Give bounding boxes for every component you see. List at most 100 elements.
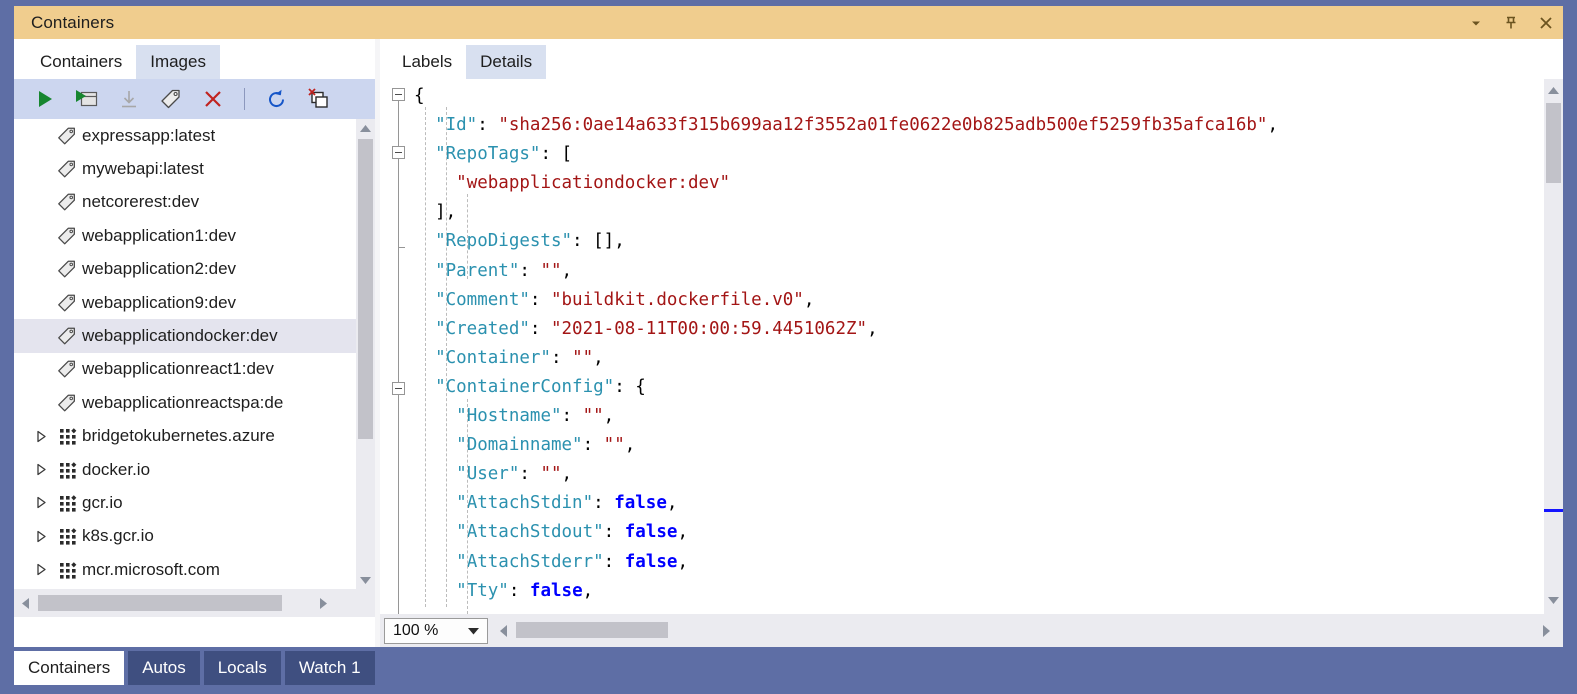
chevron-right-icon[interactable]	[30, 463, 52, 476]
bottom-tab-watch-1[interactable]: Watch 1	[284, 651, 375, 685]
chevron-down-icon[interactable]	[467, 622, 480, 640]
list-item[interactable]: webapplicationdocker:dev	[14, 319, 356, 353]
list-item[interactable]: gcr.io	[14, 486, 356, 519]
images-scroll-thumb[interactable]	[358, 139, 373, 439]
images-vertical-scrollbar[interactable]	[356, 119, 375, 589]
json-editor[interactable]: { "Id": "sha256:0ae14a633f315b699aa12f35…	[380, 79, 1563, 614]
indent-guide	[446, 107, 447, 607]
tab-images[interactable]: Images	[136, 45, 220, 79]
list-item[interactable]: expressapp:latest	[14, 119, 356, 152]
code-token: :	[519, 260, 541, 281]
images-horizontal-scrollbar[interactable]	[14, 589, 375, 617]
fold-toggle-containerconfig[interactable]	[392, 382, 405, 395]
details-scroll-thumb[interactable]	[1546, 103, 1561, 183]
list-item[interactable]: netcorerest:dev	[14, 186, 356, 219]
scroll-right-arrow-icon[interactable]	[314, 594, 332, 612]
code-token: false	[614, 493, 667, 514]
bottom-tab-locals[interactable]: Locals	[203, 651, 281, 685]
details-hscroll-thumb[interactable]	[516, 622, 668, 638]
list-item[interactable]: mcr.microsoft.com	[14, 553, 356, 586]
window-title-bar: Containers	[14, 6, 1563, 39]
bottom-tab-autos[interactable]: Autos	[128, 651, 200, 685]
list-item-label: mcr.microsoft.com	[82, 559, 220, 579]
list-item[interactable]: webapplicationreactspa:de	[14, 386, 356, 419]
fold-line-tick	[398, 247, 405, 248]
x-red-icon[interactable]	[200, 86, 226, 112]
code-token: :	[561, 406, 583, 427]
download-icon[interactable]	[116, 86, 142, 112]
list-item[interactable]: webapplication9:dev	[14, 286, 356, 319]
tab-details[interactable]: Details	[466, 45, 547, 79]
code-line: "AttachStdin": false,	[414, 489, 1563, 518]
code-token: "Container"	[435, 347, 551, 368]
code-token: :	[529, 318, 551, 339]
pin-icon[interactable]	[1493, 6, 1528, 39]
code-token: "ContainerConfig"	[435, 376, 615, 397]
details-vertical-scrollbar[interactable]	[1544, 79, 1563, 614]
fold-toggle-repotags[interactable]	[392, 146, 405, 159]
scroll-left-arrow-icon[interactable]	[16, 594, 34, 612]
details-status-strip: 100 %	[380, 614, 1563, 647]
list-item[interactable]: webapplication2:dev	[14, 253, 356, 286]
close-icon[interactable]	[1528, 6, 1563, 39]
chevron-right-icon[interactable]	[30, 496, 52, 509]
json-code[interactable]: { "Id": "sha256:0ae14a633f315b699aa12f35…	[414, 79, 1563, 614]
images-hscroll-thumb[interactable]	[38, 595, 282, 611]
code-line: "User": "",	[414, 460, 1563, 489]
details-scroll-down-arrow-icon[interactable]	[1544, 591, 1563, 609]
fold-toggle-root[interactable]	[392, 88, 405, 101]
code-token: :	[529, 289, 551, 310]
play-icon[interactable]	[32, 86, 58, 112]
chevron-right-icon[interactable]	[30, 530, 52, 543]
tag-icon[interactable]	[158, 86, 184, 112]
code-token: "sha256:0ae14a633f315b699aa12f3552a01fe0…	[498, 115, 1268, 136]
chevron-right-icon[interactable]	[30, 563, 52, 576]
chevron-down-icon[interactable]	[1458, 6, 1493, 39]
details-scroll-right-arrow-icon[interactable]	[1537, 622, 1555, 640]
list-item-label: bridgetokubernetes.azure	[82, 426, 275, 446]
code-token: ,	[677, 551, 688, 572]
code-line: "webapplicationdocker:dev"	[414, 169, 1563, 198]
details-horizontal-scrollbar[interactable]	[488, 614, 1563, 647]
code-token: :	[603, 522, 625, 543]
details-scroll-up-arrow-icon[interactable]	[1544, 81, 1563, 99]
window-controls	[1458, 6, 1563, 39]
images-pane: Containers Images expressapp:latest mywe…	[14, 39, 375, 647]
list-item[interactable]: webapplication1:dev	[14, 219, 356, 252]
scroll-up-arrow-icon[interactable]	[356, 119, 375, 137]
debug-window-tabbar: Containers Autos Locals Watch 1	[0, 647, 1577, 694]
code-token: ""	[540, 260, 562, 281]
list-item[interactable]: k8s.gcr.io	[14, 520, 356, 553]
list-item-label: netcorerest:dev	[82, 192, 200, 212]
code-token: ,	[603, 406, 615, 427]
details-scroll-left-arrow-icon[interactable]	[494, 622, 512, 640]
tab-labels[interactable]: Labels	[388, 45, 466, 79]
chevron-right-icon[interactable]	[30, 430, 52, 443]
code-token: ,	[624, 435, 636, 456]
zoom-level-select[interactable]: 100 %	[384, 617, 488, 644]
fold-gutter[interactable]	[380, 79, 414, 614]
prune-images-icon[interactable]	[305, 86, 331, 112]
refresh-icon[interactable]	[263, 86, 289, 112]
list-item-label: webapplicationreact1:dev	[82, 359, 274, 379]
list-item-label: webapplication1:dev	[82, 225, 237, 245]
code-token: :	[519, 464, 541, 485]
scroll-down-arrow-icon[interactable]	[356, 571, 375, 589]
bottom-tab-containers[interactable]: Containers	[14, 651, 125, 685]
list-item[interactable]: docker.io	[14, 453, 356, 486]
run-window-icon[interactable]	[74, 86, 100, 112]
list-item[interactable]: mywebapi:latest	[14, 152, 356, 185]
code-token: false	[624, 522, 678, 543]
list-item[interactable]: bridgetokubernetes.azure	[14, 420, 356, 453]
list-item[interactable]: webapplicationreact1:dev	[14, 353, 356, 386]
tag-icon	[52, 125, 82, 147]
tab-containers[interactable]: Containers	[26, 45, 136, 79]
images-list-body[interactable]: expressapp:latest mywebapi:latest netcorer…	[14, 119, 356, 589]
indent-guide	[467, 399, 468, 614]
registry-icon	[52, 526, 82, 546]
